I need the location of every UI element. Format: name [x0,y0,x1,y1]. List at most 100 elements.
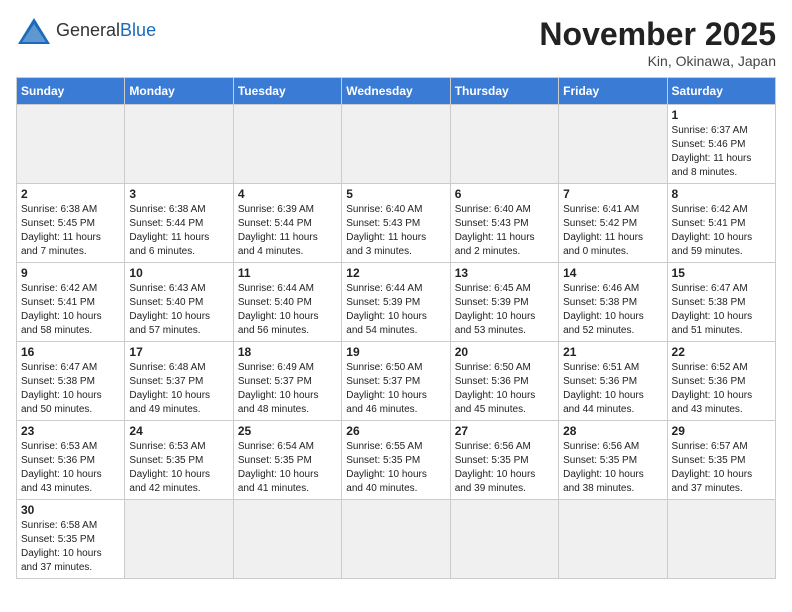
day-number: 24 [129,424,228,438]
calendar-cell: 29 Sunrise: 6:57 AM Sunset: 5:35 PM Dayli… [667,421,775,500]
day-info: Sunrise: 6:42 AM Sunset: 5:41 PM Dayligh… [21,282,120,338]
calendar-cell: 7 Sunrise: 6:41 AM Sunset: 5:42 PM Daylig… [559,184,667,263]
calendar-cell: 12Sunrise: 6:44 AM Sunset: 5:39 PM Dayli… [342,263,450,342]
calendar-body: 1 Sunrise: 6:37 AM Sunset: 5:46 PM Daylig… [17,105,776,579]
page-header: GeneralBlue November 2025 Kin, Okinawa, … [16,16,776,69]
calendar-cell: 28Sunrise: 6:56 AM Sunset: 5:35 PM Dayli… [559,421,667,500]
calendar-cell: 2 Sunrise: 6:38 AM Sunset: 5:45 PM Daylig… [17,184,125,263]
day-info: Sunrise: 6:40 AM Sunset: 5:43 PM Dayligh… [455,203,554,259]
calendar-cell [125,500,233,579]
day-number: 21 [563,345,662,359]
week-row-3: 9Sunrise: 6:42 AM Sunset: 5:41 PM Daylig… [17,263,776,342]
day-info: Sunrise: 6:38 AM Sunset: 5:44 PM Dayligh… [129,203,228,259]
day-info: Sunrise: 6:56 AM Sunset: 5:35 PM Dayligh… [563,440,662,496]
day-info: Sunrise: 6:38 AM Sunset: 5:45 PM Dayligh… [21,203,120,259]
calendar: SundayMondayTuesdayWednesdayThursdayFrid… [16,77,776,579]
day-number: 22 [672,345,771,359]
day-info: Sunrise: 6:51 AM Sunset: 5:36 PM Dayligh… [563,361,662,417]
day-info: Sunrise: 6:50 AM Sunset: 5:37 PM Dayligh… [346,361,445,417]
calendar-cell [559,105,667,184]
calendar-cell: 10Sunrise: 6:43 AM Sunset: 5:40 PM Dayli… [125,263,233,342]
day-info: Sunrise: 6:53 AM Sunset: 5:36 PM Dayligh… [21,440,120,496]
calendar-cell [450,500,558,579]
header-day-monday: Monday [125,78,233,105]
day-number: 13 [455,266,554,280]
day-number: 8 [672,187,771,201]
header-row: SundayMondayTuesdayWednesdayThursdayFrid… [17,78,776,105]
week-row-1: 1 Sunrise: 6:37 AM Sunset: 5:46 PM Daylig… [17,105,776,184]
calendar-cell: 16 Sunrise: 6:47 AM Sunset: 5:38 PM Dayli… [17,342,125,421]
week-row-6: 30 Sunrise: 6:58 AM Sunset: 5:35 PM Dayli… [17,500,776,579]
day-info: Sunrise: 6:42 AM Sunset: 5:41 PM Dayligh… [672,203,771,259]
calendar-cell [342,500,450,579]
month-title: November 2025 [539,16,776,53]
calendar-cell: 15Sunrise: 6:47 AM Sunset: 5:38 PM Dayli… [667,263,775,342]
day-info: Sunrise: 6:37 AM Sunset: 5:46 PM Dayligh… [672,124,771,180]
day-info: Sunrise: 6:44 AM Sunset: 5:40 PM Dayligh… [238,282,337,338]
day-info: Sunrise: 6:54 AM Sunset: 5:35 PM Dayligh… [238,440,337,496]
calendar-cell: 1 Sunrise: 6:37 AM Sunset: 5:46 PM Daylig… [667,105,775,184]
day-info: Sunrise: 6:57 AM Sunset: 5:35 PM Dayligh… [672,440,771,496]
day-info: Sunrise: 6:40 AM Sunset: 5:43 PM Dayligh… [346,203,445,259]
calendar-cell: 19Sunrise: 6:50 AM Sunset: 5:37 PM Dayli… [342,342,450,421]
header-day-thursday: Thursday [450,78,558,105]
day-number: 5 [346,187,445,201]
day-number: 3 [129,187,228,201]
day-number: 18 [238,345,337,359]
day-number: 25 [238,424,337,438]
day-number: 10 [129,266,228,280]
logo-general: General [56,20,120,40]
location: Kin, Okinawa, Japan [539,53,776,69]
day-number: 29 [672,424,771,438]
calendar-cell: 20Sunrise: 6:50 AM Sunset: 5:36 PM Dayli… [450,342,558,421]
week-row-4: 16 Sunrise: 6:47 AM Sunset: 5:38 PM Dayli… [17,342,776,421]
day-info: Sunrise: 6:47 AM Sunset: 5:38 PM Dayligh… [672,282,771,338]
day-number: 4 [238,187,337,201]
day-number: 1 [672,108,771,122]
calendar-cell: 25 Sunrise: 6:54 AM Sunset: 5:35 PM Dayli… [233,421,341,500]
calendar-cell [125,105,233,184]
day-info: Sunrise: 6:39 AM Sunset: 5:44 PM Dayligh… [238,203,337,259]
calendar-cell [17,105,125,184]
day-info: Sunrise: 6:58 AM Sunset: 5:35 PM Dayligh… [21,519,120,575]
day-number: 6 [455,187,554,201]
header-day-tuesday: Tuesday [233,78,341,105]
day-info: Sunrise: 6:53 AM Sunset: 5:35 PM Dayligh… [129,440,228,496]
logo-text: GeneralBlue [56,20,156,42]
calendar-cell [233,105,341,184]
calendar-cell: 23 Sunrise: 6:53 AM Sunset: 5:36 PM Dayli… [17,421,125,500]
calendar-cell: 11 Sunrise: 6:44 AM Sunset: 5:40 PM Dayli… [233,263,341,342]
day-number: 27 [455,424,554,438]
day-info: Sunrise: 6:47 AM Sunset: 5:38 PM Dayligh… [21,361,120,417]
day-info: Sunrise: 6:52 AM Sunset: 5:36 PM Dayligh… [672,361,771,417]
day-number: 7 [563,187,662,201]
day-info: Sunrise: 6:44 AM Sunset: 5:39 PM Dayligh… [346,282,445,338]
day-number: 11 [238,266,337,280]
day-number: 2 [21,187,120,201]
day-number: 30 [21,503,120,517]
calendar-cell: 22 Sunrise: 6:52 AM Sunset: 5:36 PM Dayli… [667,342,775,421]
calendar-cell: 8 Sunrise: 6:42 AM Sunset: 5:41 PM Daylig… [667,184,775,263]
day-number: 17 [129,345,228,359]
calendar-cell [342,105,450,184]
header-day-friday: Friday [559,78,667,105]
day-number: 26 [346,424,445,438]
day-number: 14 [563,266,662,280]
calendar-cell: 21 Sunrise: 6:51 AM Sunset: 5:36 PM Dayli… [559,342,667,421]
day-info: Sunrise: 6:41 AM Sunset: 5:42 PM Dayligh… [563,203,662,259]
calendar-cell: 9Sunrise: 6:42 AM Sunset: 5:41 PM Daylig… [17,263,125,342]
header-day-wednesday: Wednesday [342,78,450,105]
calendar-cell [233,500,341,579]
logo: GeneralBlue [16,16,156,46]
calendar-cell: 4 Sunrise: 6:39 AM Sunset: 5:44 PM Daylig… [233,184,341,263]
calendar-cell: 3 Sunrise: 6:38 AM Sunset: 5:44 PM Daylig… [125,184,233,263]
logo-blue: Blue [120,20,156,40]
calendar-cell: 30 Sunrise: 6:58 AM Sunset: 5:35 PM Dayli… [17,500,125,579]
day-info: Sunrise: 6:50 AM Sunset: 5:36 PM Dayligh… [455,361,554,417]
day-number: 23 [21,424,120,438]
calendar-cell: 18Sunrise: 6:49 AM Sunset: 5:37 PM Dayli… [233,342,341,421]
calendar-header: SundayMondayTuesdayWednesdayThursdayFrid… [17,78,776,105]
header-day-saturday: Saturday [667,78,775,105]
day-info: Sunrise: 6:55 AM Sunset: 5:35 PM Dayligh… [346,440,445,496]
day-number: 16 [21,345,120,359]
